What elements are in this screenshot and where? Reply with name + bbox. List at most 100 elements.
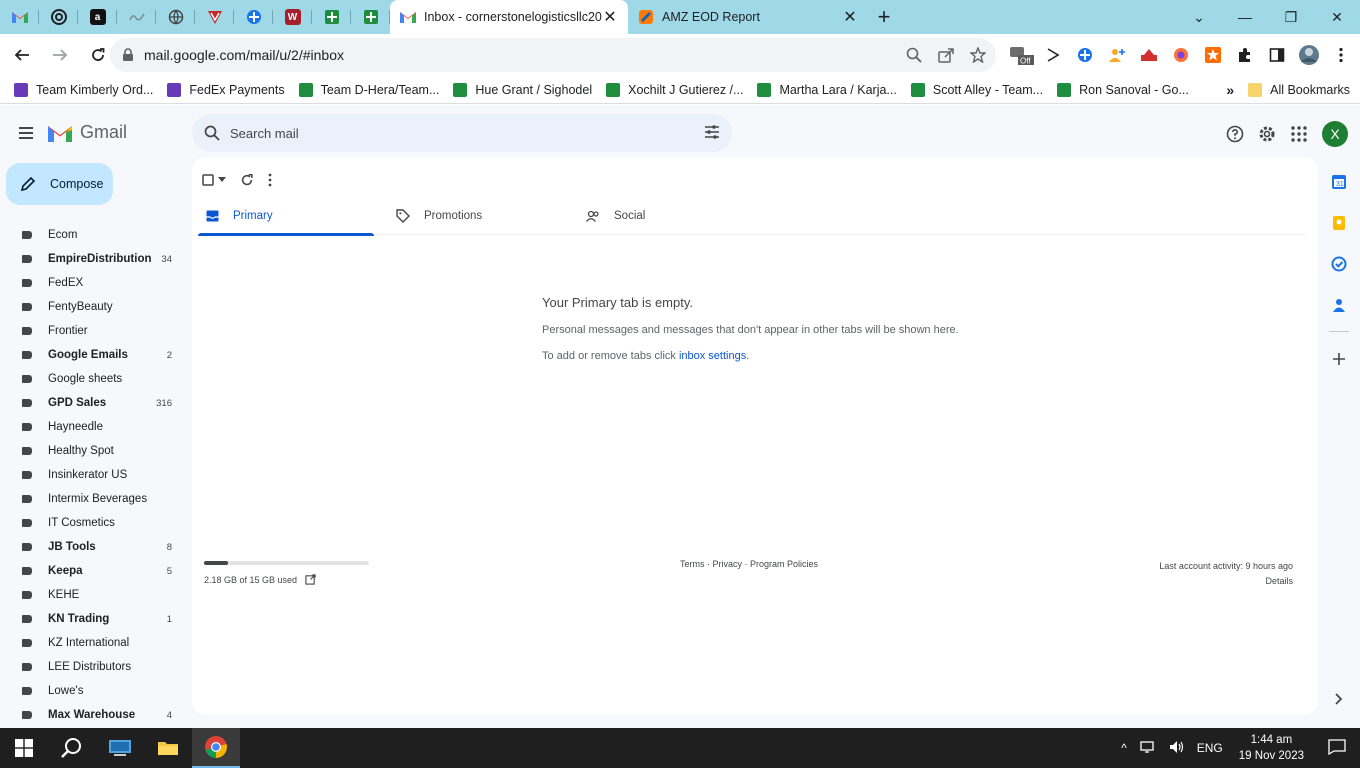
taskbar-search-button[interactable] [48,728,96,768]
tab-promotions[interactable]: Promotions [388,197,564,235]
pinned-tab-extension[interactable] [234,0,273,34]
label-item[interactable]: GPD Sales 316 [0,391,190,415]
open-external-icon[interactable] [305,574,316,585]
taskbar-app-chrome[interactable] [192,728,240,768]
search-bar[interactable]: Search mail [192,114,732,152]
label-item[interactable]: FedEX [0,271,190,295]
apps-grid-icon[interactable] [1290,125,1308,143]
bookmark-item[interactable]: Team Kimberly Ord... [14,82,153,97]
tab-inbox[interactable]: Inbox - cornerstonelogisticsllc20 ✕ [390,0,628,34]
label-item[interactable]: Ecom [0,223,190,247]
label-item[interactable]: JB Tools 8 [0,535,190,559]
keep-icon[interactable] [1329,213,1349,233]
label-item[interactable]: FentyBeauty [0,295,190,319]
gmail-logo[interactable]: Gmail [48,122,127,143]
tab-primary[interactable]: Primary [198,197,374,236]
pinned-tab-globe[interactable] [156,0,195,34]
notifications-icon[interactable] [1314,738,1360,758]
label-item[interactable]: Lowe's [0,679,190,703]
label-item[interactable]: EmpireDistribution 34 [0,247,190,271]
volume-icon[interactable] [1163,740,1191,757]
bookmark-item[interactable]: Scott Alley - Team... [910,82,1043,97]
search-icon[interactable] [204,125,220,141]
ext-star-icon[interactable] [1197,39,1229,71]
search-options-icon[interactable] [704,124,720,140]
ext-cursor-icon[interactable] [1037,39,1069,71]
contacts-icon[interactable] [1329,295,1349,315]
show-hidden-icons[interactable]: ^ [1115,741,1133,755]
main-menu-icon[interactable] [14,121,38,145]
inbox-settings-link[interactable]: inbox settings [679,350,746,362]
taskbar-app-explorer[interactable] [144,728,192,768]
tab-search-icon[interactable]: ⌄ [1176,9,1222,26]
zoom-icon[interactable] [906,47,922,63]
label-item[interactable]: KEHE [0,583,190,607]
calendar-icon[interactable]: 31 [1329,172,1349,192]
refresh-icon[interactable] [240,173,254,187]
close-tab-icon[interactable]: ✕ [602,7,618,27]
address-bar[interactable]: mail.google.com/mail/u/2/#inbox [110,38,996,72]
restore-button[interactable]: ❐ [1268,9,1314,26]
search-input[interactable]: Search mail [230,126,299,141]
label-item[interactable]: Google sheets [0,367,190,391]
label-item[interactable]: IT Cosmetics [0,511,190,535]
bookmark-item[interactable]: Xochilt J Gutierez /... [606,82,743,97]
puzzle-icon[interactable] [1229,39,1261,71]
share-icon[interactable] [938,47,954,63]
bookmark-item[interactable]: Martha Lara / Karja... [757,82,897,97]
pinned-tab-amazon[interactable]: a [78,0,117,34]
clock[interactable]: 1:44 am 19 Nov 2023 [1229,732,1314,764]
forward-button[interactable] [44,39,76,71]
label-item[interactable]: Hayneedle [0,415,190,439]
start-button[interactable] [0,728,48,768]
all-bookmarks[interactable]: All Bookmarks [1248,83,1350,97]
label-item[interactable]: Google Emails 2 [0,343,190,367]
account-avatar[interactable]: X [1322,121,1348,147]
more-bookmarks-icon[interactable]: » [1226,82,1234,98]
language-indicator[interactable]: ENG [1191,741,1229,755]
new-tab-button[interactable]: + [868,0,900,34]
pinned-tab-shield[interactable] [195,0,234,34]
pinned-tab-sheets-1[interactable] [312,0,351,34]
bookmark-item[interactable]: Team D-Hera/Team... [298,82,439,97]
pinned-tab-gmail[interactable] [0,0,39,34]
pinned-tab-site[interactable] [117,0,156,34]
ext-cross-circle-icon[interactable] [1069,39,1101,71]
side-panel-icon[interactable] [1261,39,1293,71]
minimize-button[interactable]: — [1222,9,1268,25]
tab-social[interactable]: Social [578,197,754,235]
ext-person-plus-icon[interactable] [1101,39,1133,71]
add-addon-icon[interactable] [1329,349,1349,369]
label-item[interactable]: KN Trading 1 [0,607,190,631]
label-item[interactable]: KZ International [0,631,190,655]
label-item[interactable]: Frontier [0,319,190,343]
bookmark-item[interactable]: Ron Sanoval - Go... [1057,82,1189,97]
label-item[interactable]: Intermix Beverages [0,487,190,511]
label-item[interactable]: LEE Distributors [0,655,190,679]
pinned-tab-sheets-2[interactable] [351,0,390,34]
more-options-icon[interactable] [268,173,272,187]
profile-avatar-icon[interactable] [1293,39,1325,71]
back-button[interactable] [6,39,38,71]
star-icon[interactable] [970,47,986,63]
browser-menu-icon[interactable] [1325,39,1357,71]
taskbar-app-computer[interactable] [96,728,144,768]
help-icon[interactable] [1226,125,1244,143]
label-item[interactable]: Insinkerator US [0,463,190,487]
ext-firefox-icon[interactable] [1165,39,1197,71]
close-tab-icon[interactable]: ✕ [842,7,858,27]
terms-links[interactable]: Terms · Privacy · Program Policies [680,559,818,569]
tasks-icon[interactable] [1329,254,1349,274]
label-item[interactable]: Healthy Spot [0,439,190,463]
pinned-tab-w[interactable]: W [273,0,312,34]
label-item[interactable]: Max Warehouse 4 [0,703,190,727]
compose-button[interactable]: Compose [6,163,113,205]
bookmark-item[interactable]: Hue Grant / Sighodel [453,82,592,97]
tab-amz-eod[interactable]: AMZ EOD Report ✕ [628,0,868,34]
bookmark-item[interactable]: FedEx Payments [167,82,285,97]
ext-off-icon[interactable]: Off [1005,39,1037,71]
select-all-checkbox[interactable] [202,174,226,186]
expand-panel-icon[interactable] [1329,689,1349,709]
network-icon[interactable] [1133,740,1163,757]
details-link[interactable]: Details [1159,574,1293,589]
